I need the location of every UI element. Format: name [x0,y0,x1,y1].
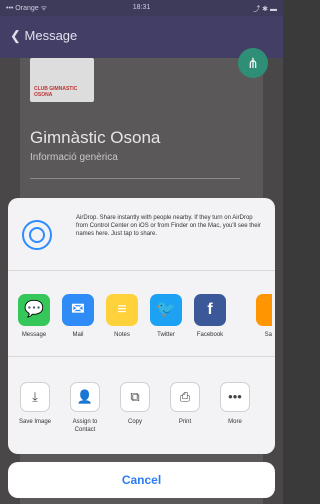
action-label: Assign to Contact [72,419,98,433]
nav-bar: ❮ Message [0,16,283,58]
message-icon: 💬 [18,294,50,326]
back-button[interactable]: ❮ Message [10,28,77,44]
airdrop-text: AirDrop. Share instantly with people nea… [76,215,261,237]
action-more[interactable]: ••• More [212,382,258,426]
share-app-twitter[interactable]: 🐦 Twitter [144,294,188,338]
partial-app-icon [256,294,272,326]
action-save-image[interactable]: ⤓ Save Image [12,382,58,426]
divider [30,178,240,179]
share-app-label: Message [21,332,47,338]
share-sheet: AirDrop. Share instantly with people nea… [8,198,275,454]
action-label: More [228,419,242,425]
page-subtitle: Informació genèrica [30,152,118,163]
share-app-mail[interactable]: ✉ Mail [56,294,100,338]
share-app-facebook[interactable]: f Facebook [188,294,232,338]
more-icon: ••• [220,382,250,412]
twitter-icon: 🐦 [150,294,182,326]
airdrop-icon [22,220,52,250]
status-bar: ••• Orange ᯤ 18:31 ⤴ ✱ ▬ [0,0,283,16]
share-app-label: Facebook [196,332,224,338]
print-icon: ⎙ [170,382,200,412]
copy-icon: ⧉ [120,382,150,412]
share-app-label: Mail [72,332,84,338]
notes-icon: ≡ [106,294,138,326]
action-copy[interactable]: ⧉ Copy [112,382,158,426]
share-apps-row: 💬 Message ✉ Mail ≡ Notes 🐦 Twitter f Fac… [8,272,275,357]
page-title: Gimnàstic Osona [30,128,161,147]
contact-icon: 👤 [70,382,100,412]
share-app-message[interactable]: 💬 Message [12,294,56,338]
action-label: Print [178,419,192,425]
share-icon[interactable]: ⋔ [238,48,268,78]
share-app-label: Twitter [157,332,175,338]
cancel-button[interactable]: Cancel [8,462,275,498]
time-label: 18:31 [132,4,151,11]
share-actions-row: ⤓ Save Image 👤 Assign to Contact ⧉ Copy … [8,358,275,454]
back-label: Message [24,28,78,43]
facebook-icon: f [194,294,226,326]
action-label: Save Image [18,419,52,425]
status-icons: ⤴ ✱ ▬ [253,6,277,13]
mail-icon: ✉ [62,294,94,326]
share-app-label: Sa [264,332,272,338]
save-image-icon: ⤓ [20,382,50,412]
share-app-label: Notes [114,332,130,338]
airdrop-section[interactable]: AirDrop. Share instantly with people nea… [8,198,275,271]
club-logo-text: CLUB GIMNASTIC OSONA [34,86,78,98]
club-logo: CLUB GIMNASTIC OSONA [30,58,94,102]
action-assign-contact[interactable]: 👤 Assign to Contact [62,382,108,434]
share-app-notes[interactable]: ≡ Notes [100,294,144,338]
action-label: Copy [127,419,142,425]
share-app-partial[interactable]: Sa [232,294,272,338]
action-print[interactable]: ⎙ Print [162,382,208,426]
